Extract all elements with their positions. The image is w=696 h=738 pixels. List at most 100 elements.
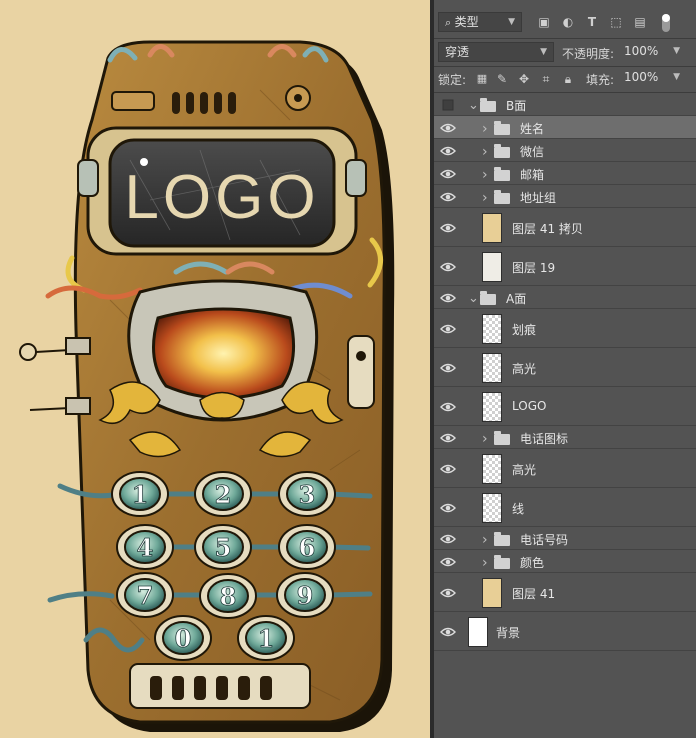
lock-position-icon[interactable]: ✥ <box>516 71 532 87</box>
keypad-digit: 8 <box>220 582 237 611</box>
layer-group-row[interactable]: › 颜色 <box>434 550 696 573</box>
layer-name: 颜色 <box>520 555 545 570</box>
chevron-right-icon[interactable]: › <box>482 431 488 447</box>
layer-row[interactable]: 图层 41 拷贝 <box>434 208 696 247</box>
layer-row[interactable]: 背景 <box>434 612 696 651</box>
layer-thumbnail <box>482 313 502 344</box>
chevron-down-icon[interactable]: ⌄ <box>468 291 479 306</box>
search-icon: ⌕ <box>445 16 455 29</box>
visibility-eye-icon[interactable] <box>440 463 456 475</box>
adjustment-filter-icon[interactable]: ◐ <box>560 14 576 30</box>
chevron-down-icon: ▼ <box>508 17 515 27</box>
folder-icon <box>494 189 510 204</box>
layer-group-row[interactable]: › 邮箱 <box>434 162 696 185</box>
keypad-digit: 1 <box>132 480 149 509</box>
folder-icon <box>494 531 510 546</box>
filter-toggle[interactable] <box>662 14 670 32</box>
folder-icon <box>494 554 510 569</box>
visibility-eye-icon[interactable] <box>440 323 456 335</box>
layer-group-row[interactable]: › 微信 <box>434 139 696 162</box>
layer-name: A面 <box>506 291 527 306</box>
lock-pixels-icon[interactable]: ✎ <box>494 71 510 87</box>
lock-transparent-icon[interactable]: ▦ <box>474 71 490 87</box>
layer-row[interactable]: LOGO <box>434 387 696 426</box>
visibility-eye-icon[interactable] <box>440 168 456 180</box>
layer-name: 图层 19 <box>512 260 556 275</box>
pixel-filter-icon[interactable]: ▣ <box>536 14 552 30</box>
layer-thumbnail <box>482 492 502 523</box>
chevron-down-icon[interactable]: ⌄ <box>468 98 479 113</box>
layer-group-row[interactable]: › 电话图标 <box>434 426 696 449</box>
filter-kind-select[interactable]: ⌕ 类型 ▼ <box>438 12 522 32</box>
visibility-eye-icon[interactable] <box>440 292 456 304</box>
opacity-input[interactable]: 100% ▼ <box>618 42 680 62</box>
chevron-right-icon[interactable]: › <box>482 190 488 206</box>
chevron-right-icon[interactable]: › <box>482 121 488 137</box>
keypad-key: 9 <box>276 572 334 618</box>
keypad-key: 1 <box>111 471 169 517</box>
visibility-eye-icon[interactable] <box>440 533 456 545</box>
visibility-eye-icon[interactable] <box>440 222 456 234</box>
layer-name: 高光 <box>512 361 537 376</box>
layer-group-row[interactable]: › 地址组 <box>434 185 696 208</box>
layer-row[interactable]: 划痕 <box>434 309 696 348</box>
layer-row[interactable]: 图层 19 <box>434 247 696 286</box>
visibility-eye-icon[interactable] <box>440 556 456 568</box>
visibility-eye-icon[interactable] <box>440 502 456 514</box>
chevron-right-icon[interactable]: › <box>482 144 488 160</box>
blend-mode-select[interactable]: 穿透 ▼ <box>438 42 554 62</box>
lock-all-icon[interactable]: 🔒︎ <box>560 71 576 87</box>
visibility-eye-icon[interactable] <box>440 191 456 203</box>
layer-name: 划痕 <box>512 322 537 337</box>
visibility-eye-icon[interactable] <box>440 626 456 638</box>
layer-row[interactable]: 线 <box>434 488 696 527</box>
layer-row[interactable]: 高光 <box>434 348 696 387</box>
visibility-eye-icon[interactable] <box>440 432 456 444</box>
layer-name: 地址组 <box>520 190 557 205</box>
folder-icon <box>480 290 496 305</box>
layer-name: 微信 <box>520 144 545 159</box>
keypad-digit: 6 <box>299 533 316 562</box>
document-canvas[interactable]: LOGO 1 2 3 4 5 6 7 8 9 0 1 <box>0 0 430 738</box>
layer-name: 电话号码 <box>520 532 569 547</box>
logo-text: LOGO <box>124 163 319 232</box>
layer-group-row[interactable]: › 电话号码 <box>434 527 696 550</box>
fill-input[interactable]: 100% ▼ <box>618 68 680 88</box>
fill-value: 100% <box>624 70 659 84</box>
layer-thumbnail <box>482 212 502 243</box>
layer-group-row[interactable]: › 姓名 <box>434 116 696 139</box>
keypad-digit: 0 <box>175 624 192 653</box>
layer-group-row[interactable]: ⌄ A面 <box>434 286 696 309</box>
chevron-right-icon[interactable]: › <box>482 532 488 548</box>
keypad-digit: 2 <box>215 480 232 509</box>
layer-group-row[interactable]: ⌄ B面 <box>434 93 696 116</box>
visibility-eye-icon[interactable] <box>440 362 456 374</box>
layer-row[interactable]: 图层 41 <box>434 573 696 612</box>
chevron-right-icon[interactable]: › <box>482 555 488 571</box>
shape-filter-icon[interactable]: ⬚ <box>608 14 624 30</box>
keypad-key: 5 <box>194 524 252 570</box>
layer-name: 高光 <box>512 462 537 477</box>
chevron-down-icon: ▼ <box>673 72 680 82</box>
smartobject-filter-icon[interactable]: ▤ <box>632 14 648 30</box>
folder-icon <box>494 166 510 181</box>
chevron-right-icon[interactable]: › <box>482 167 488 183</box>
folder-icon <box>494 430 510 445</box>
visibility-eye-icon[interactable] <box>440 587 456 599</box>
visibility-eye-icon[interactable] <box>440 122 456 134</box>
layer-thumbnail <box>468 616 488 647</box>
visibility-eye-icon[interactable] <box>440 401 456 413</box>
layers-panel: ⌕ 类型 ▼ ▣ ◐ T ⬚ ▤ 穿透 ▼ 不透明度: 100% ▼ 锁定: ▦ ✎ … <box>434 0 696 738</box>
visibility-eye-icon[interactable] <box>440 261 456 273</box>
type-filter-icon[interactable]: T <box>584 14 600 30</box>
visibility-eye-icon[interactable] <box>440 145 456 157</box>
folder-icon <box>494 120 510 135</box>
layer-thumbnail <box>482 577 502 608</box>
keypad-key: 6 <box>278 524 336 570</box>
filter-kind-label: 类型 <box>454 15 479 29</box>
lock-artboard-icon[interactable]: ⌗ <box>538 71 554 87</box>
keypad-digit: 9 <box>297 581 314 610</box>
visibility-hidden-icon[interactable] <box>440 99 456 111</box>
layer-row[interactable]: 高光 <box>434 449 696 488</box>
layer-thumbnail <box>482 352 502 383</box>
